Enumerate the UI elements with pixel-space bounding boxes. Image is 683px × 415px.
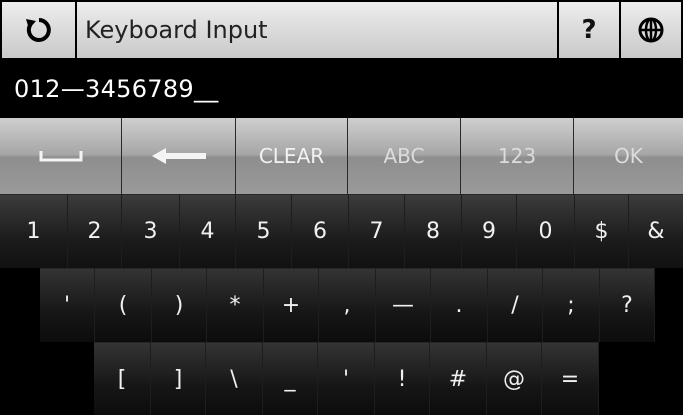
key-slash[interactable]: /: [488, 268, 543, 342]
key-0[interactable]: 0: [517, 194, 575, 268]
key-plus[interactable]: +: [264, 268, 319, 342]
key-comma[interactable]: ,: [319, 268, 376, 342]
clear-key[interactable]: CLEAR: [236, 118, 348, 194]
key-6[interactable]: 6: [292, 194, 349, 268]
numeric-key[interactable]: 123: [461, 118, 574, 194]
key-exclamation[interactable]: !: [375, 342, 430, 415]
key-2[interactable]: 2: [68, 194, 122, 268]
key-apostrophe[interactable]: ': [40, 268, 95, 342]
key-quote[interactable]: ': [318, 342, 375, 415]
key-1[interactable]: 1: [0, 194, 68, 268]
row-spacer: [599, 342, 683, 415]
key-row-3: [ ] \ _ ' ! # @ =: [0, 342, 683, 415]
globe-icon: [638, 17, 664, 43]
language-button[interactable]: [621, 2, 681, 58]
key-hash[interactable]: #: [430, 342, 487, 415]
key-at[interactable]: @: [487, 342, 542, 415]
text-input-display[interactable]: 012—3456789__: [0, 60, 683, 118]
refresh-button[interactable]: [2, 2, 77, 58]
window-title: Keyboard Input: [77, 2, 559, 58]
key-close-paren[interactable]: ): [152, 268, 207, 342]
key-question[interactable]: ?: [600, 268, 655, 342]
space-bar-icon: [39, 151, 82, 162]
function-key-row: CLEAR ABC 123 OK: [0, 118, 683, 194]
title-bar: Keyboard Input ?: [0, 0, 683, 60]
key-underscore[interactable]: _: [263, 342, 318, 415]
key-row-1: 1 2 3 4 5 6 7 8 9 0 $ &: [0, 194, 683, 268]
help-button[interactable]: ?: [559, 2, 621, 58]
key-4[interactable]: 4: [180, 194, 236, 268]
key-semicolon[interactable]: ;: [543, 268, 600, 342]
ok-key[interactable]: OK: [574, 118, 683, 194]
abc-key[interactable]: ABC: [348, 118, 461, 194]
key-3[interactable]: 3: [122, 194, 180, 268]
key-ampersand[interactable]: &: [629, 194, 683, 268]
backspace-arrow-icon: [151, 148, 206, 164]
key-backslash[interactable]: \: [206, 342, 263, 415]
row-spacer: [0, 342, 94, 415]
refresh-icon: [25, 18, 51, 42]
key-dash[interactable]: —: [376, 268, 431, 342]
key-5[interactable]: 5: [236, 194, 292, 268]
key-dollar[interactable]: $: [575, 194, 629, 268]
row-spacer: [655, 268, 683, 342]
key-equals[interactable]: =: [542, 342, 599, 415]
space-key[interactable]: [0, 118, 122, 194]
key-open-bracket[interactable]: [: [94, 342, 151, 415]
key-asterisk[interactable]: *: [207, 268, 264, 342]
row-spacer: [0, 268, 40, 342]
key-9[interactable]: 9: [462, 194, 517, 268]
key-row-2: ' ( ) * + , — . / ; ?: [0, 268, 683, 342]
key-period[interactable]: .: [431, 268, 488, 342]
backspace-key[interactable]: [122, 118, 236, 194]
key-8[interactable]: 8: [405, 194, 462, 268]
key-open-paren[interactable]: (: [95, 268, 152, 342]
key-close-bracket[interactable]: ]: [151, 342, 206, 415]
key-7[interactable]: 7: [349, 194, 405, 268]
